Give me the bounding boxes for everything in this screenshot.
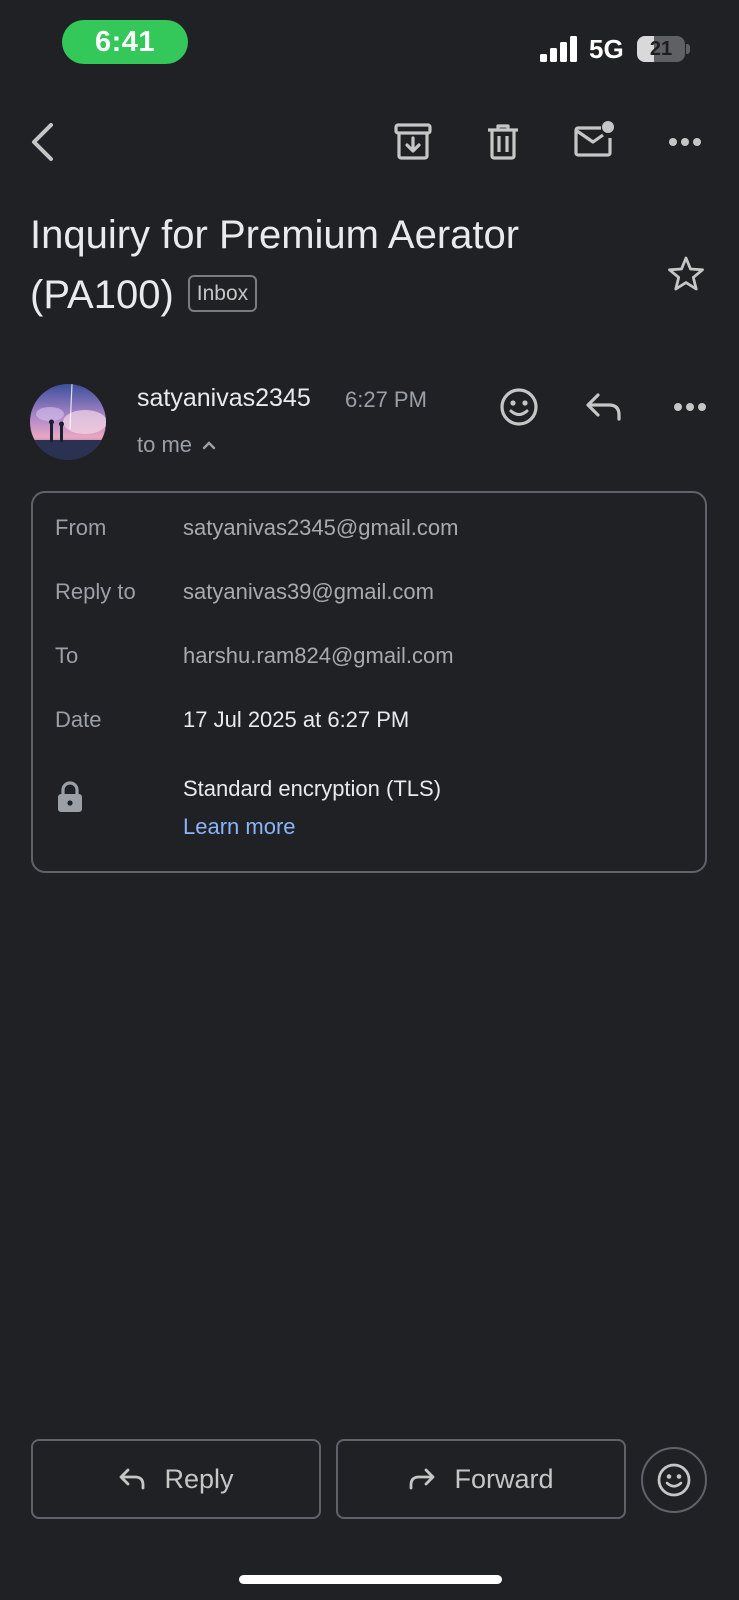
subject-text: Inquiry for Premium Aerator (PA100): [30, 213, 520, 317]
lock-icon: [58, 781, 82, 812]
to-label: To: [55, 643, 79, 668]
smiley-icon: [657, 1463, 691, 1497]
sender-name: satyanivas2345: [137, 384, 311, 412]
status-time: 6:41: [62, 20, 188, 64]
chevron-up-icon: [202, 441, 216, 450]
star-icon[interactable]: [664, 252, 708, 296]
battery-nub: [686, 44, 690, 54]
forward-button[interactable]: Forward: [336, 1439, 626, 1519]
emoji-reaction-icon[interactable]: [497, 385, 541, 429]
delete-icon[interactable]: [481, 120, 525, 164]
reply-icon[interactable]: [582, 385, 626, 429]
message-more-options-icon[interactable]: [668, 385, 712, 429]
battery-level: 21: [649, 37, 673, 60]
inbox-label-chip[interactable]: Inbox: [187, 274, 258, 312]
more-options-icon[interactable]: [663, 120, 707, 164]
battery-icon: 21: [637, 36, 685, 62]
emoji-react-button[interactable]: [641, 1447, 707, 1513]
from-value[interactable]: satyanivas2345@gmail.com: [183, 515, 458, 541]
sender-avatar[interactable]: [30, 384, 106, 460]
sent-time: 6:27 PM: [345, 387, 427, 412]
date-label: Date: [55, 707, 102, 732]
reply-button-label: Reply: [164, 1463, 234, 1494]
forward-button-label: Forward: [454, 1463, 554, 1494]
forward-icon: [410, 1468, 435, 1490]
network-type: 5G: [589, 34, 624, 64]
to-value[interactable]: harshu.ram824@gmail.com: [183, 643, 454, 669]
archive-icon[interactable]: [391, 120, 435, 164]
recipient-toggle[interactable]: to me: [137, 432, 216, 458]
mark-unread-icon[interactable]: [572, 118, 616, 162]
cellular-signal-icon: [540, 36, 577, 62]
home-indicator[interactable]: [239, 1575, 502, 1584]
reply-button[interactable]: Reply: [31, 1439, 321, 1519]
encryption-text: Standard encryption (TLS): [183, 776, 442, 801]
reply-to-value[interactable]: satyanivas39@gmail.com: [183, 579, 434, 605]
email-subject: Inquiry for Premium Aerator (PA100) Inbox: [30, 205, 640, 325]
back-arrow-icon[interactable]: [20, 120, 64, 164]
message-details-card: From satyanivas2345@gmail.com Reply to s…: [31, 491, 707, 873]
learn-more-link[interactable]: Learn more: [183, 814, 296, 840]
reply-icon: [120, 1468, 145, 1490]
recipient-summary: to me: [137, 432, 193, 457]
from-label: From: [55, 515, 107, 540]
date-value: 17 Jul 2025 at 6:27 PM: [183, 707, 410, 732]
reply-to-label: Reply to: [55, 579, 136, 604]
